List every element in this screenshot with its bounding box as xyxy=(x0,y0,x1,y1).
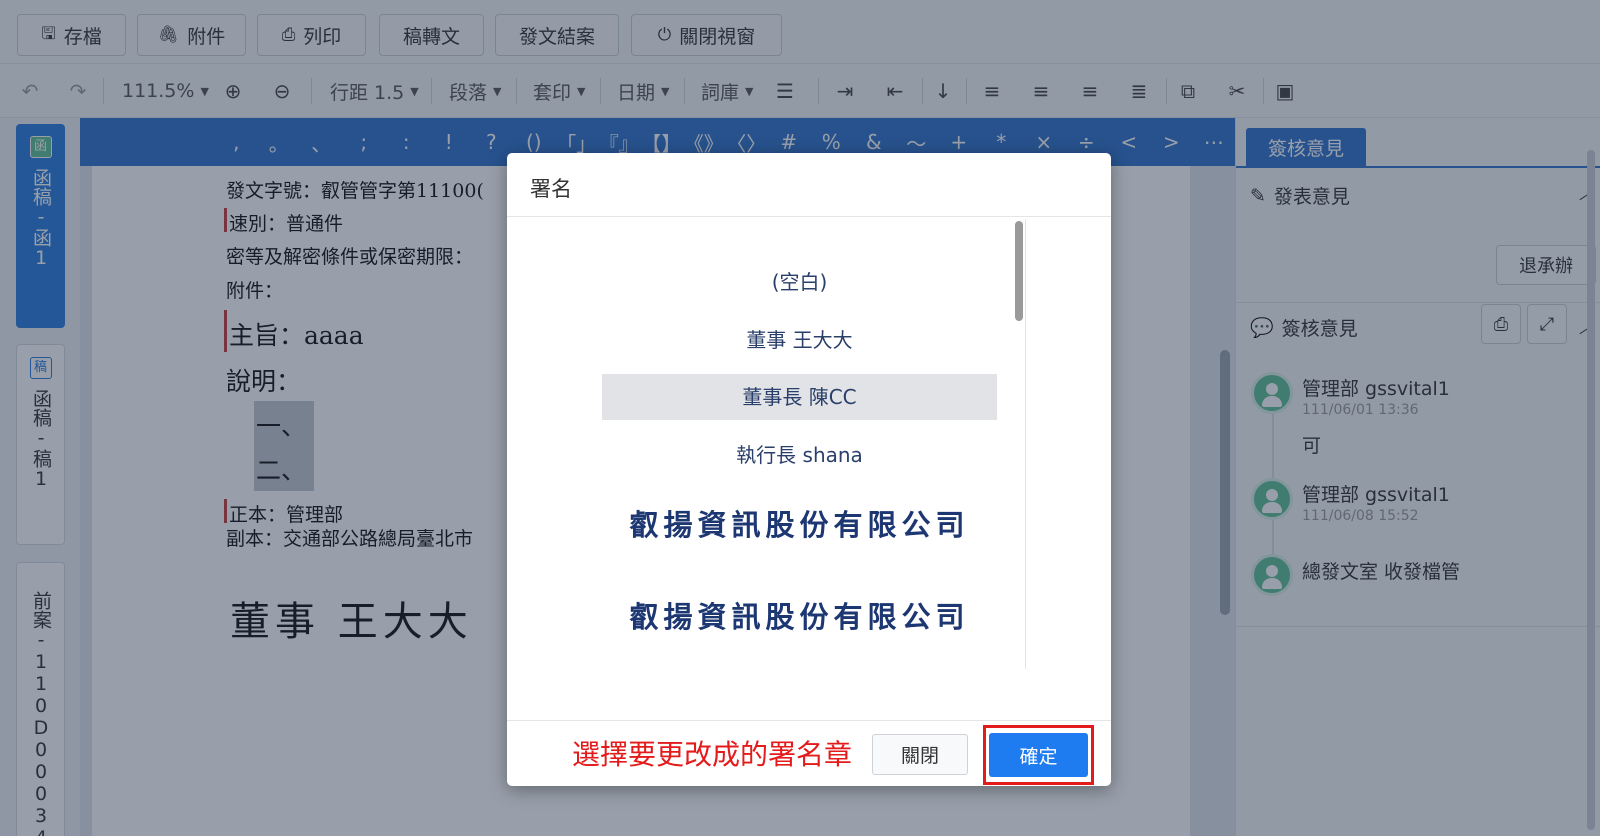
signature-option-director[interactable]: 董事 王大大 xyxy=(602,317,997,363)
instruction-annotation: 選擇要更改成的署名章 xyxy=(572,738,853,771)
confirm-button[interactable]: 確定 xyxy=(989,733,1088,777)
signature-option-company-seal[interactable]: 叡揚資訊股份有限公司 xyxy=(602,495,997,555)
divider xyxy=(507,720,1111,721)
dialog-title: 署名 xyxy=(530,177,572,201)
signature-option-list: (空白) 董事 王大大 董事長 陳CC 執行長 shana 叡揚資訊股份有限公司… xyxy=(507,217,1031,671)
close-button[interactable]: 關閉 xyxy=(872,734,968,775)
signature-option-chairman[interactable]: 董事長 陳CC xyxy=(602,374,997,420)
signature-option-ceo[interactable]: 執行長 shana xyxy=(602,432,997,478)
list-scrollbar-thumb[interactable] xyxy=(1015,221,1023,321)
signature-option-company-seal[interactable]: 叡揚資訊股份有限公司 xyxy=(602,587,997,647)
list-scrollbar-track xyxy=(1025,219,1026,669)
signature-option-blank[interactable]: (空白) xyxy=(602,259,997,305)
